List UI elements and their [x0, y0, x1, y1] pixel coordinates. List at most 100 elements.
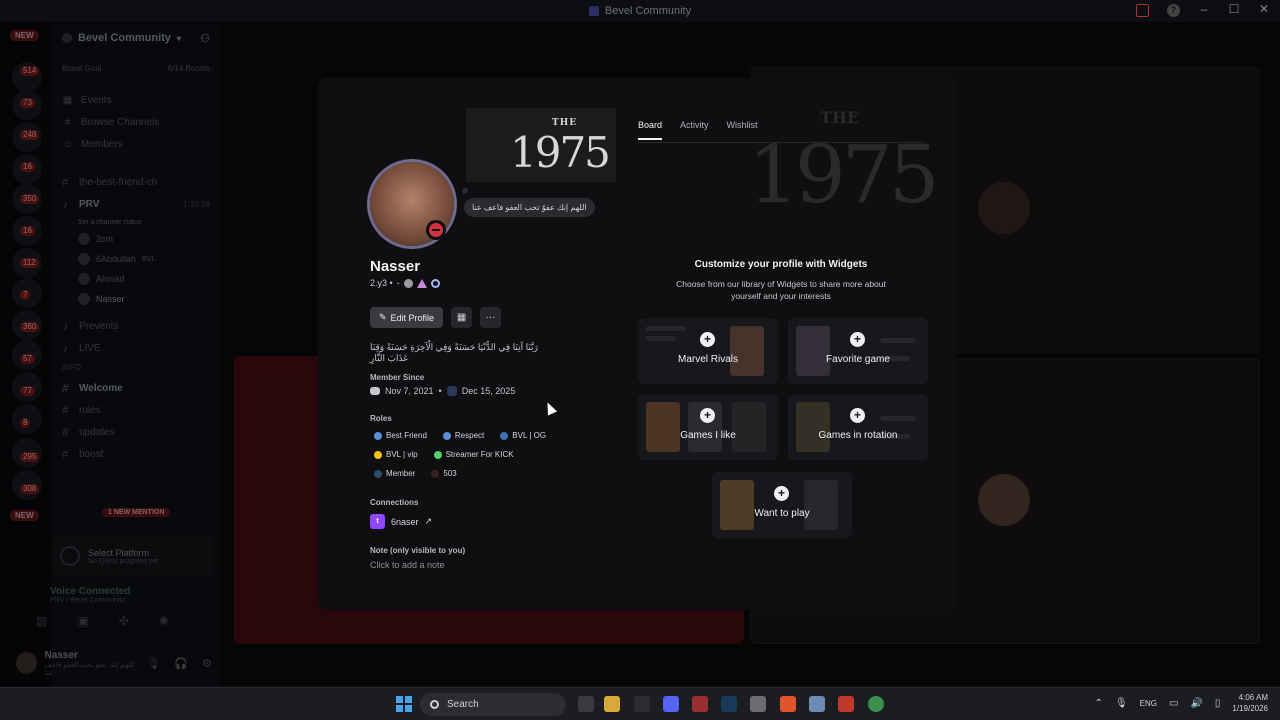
role-color-dot — [374, 469, 382, 478]
app-icon[interactable] — [838, 696, 854, 712]
role-chip[interactable]: Streamer For KICK — [430, 447, 518, 462]
role-chip[interactable]: Best Friend — [370, 428, 431, 443]
widget-label: Marvel Rivals — [677, 354, 738, 365]
discord-icon[interactable] — [663, 696, 679, 712]
settings-icon[interactable] — [809, 696, 825, 712]
game-art — [732, 402, 766, 452]
role-name: 503 — [443, 469, 457, 478]
widget-marvel-rivals[interactable]: + Marvel Rivals — [638, 318, 778, 384]
more-icon: ··· — [485, 312, 496, 323]
role-chip[interactable]: Member — [370, 466, 419, 481]
placeholder-line — [880, 338, 916, 343]
widget-games-in-rotation[interactable]: + Games in rotation — [788, 394, 928, 460]
search-icon — [430, 700, 439, 709]
widget-games-i-like[interactable]: + Games I like — [638, 394, 778, 460]
app-icon — [588, 6, 599, 16]
chevron-up-icon[interactable]: ⌃ — [1095, 698, 1103, 709]
tab-board[interactable]: Board — [638, 120, 663, 140]
network-icon[interactable]: ▭ — [1169, 698, 1178, 709]
dnd-status-icon — [426, 220, 446, 240]
widgets-button[interactable]: ▦ — [451, 307, 473, 328]
note-label: Note (only visible to you) — [370, 546, 466, 555]
more-options-button[interactable]: ··· — [480, 307, 502, 328]
game-art — [796, 402, 830, 452]
start-button[interactable] — [396, 696, 412, 712]
nitro-badge-icon[interactable] — [416, 278, 427, 288]
close-button[interactable]: ✕ — [1256, 2, 1272, 16]
brave-icon[interactable] — [780, 696, 796, 712]
role-chip[interactable]: BVL | OG — [496, 428, 550, 443]
role-color-dot — [374, 450, 382, 459]
widget-label: Games I like — [680, 430, 736, 441]
twitch-icon: t — [370, 514, 385, 529]
inbox-icon[interactable] — [1136, 4, 1149, 17]
system-tray: ⌃ 🎙 ENG ▭ 🔊 ▯ 4:06 AM 1/19/2026 — [1095, 692, 1268, 714]
role-chip[interactable]: 503 — [427, 466, 460, 481]
banner-ghost: THE 1975 — [738, 98, 956, 221]
steam-icon[interactable] — [721, 696, 737, 712]
role-name: BVL | vip — [386, 450, 418, 459]
profile-banner: THE 1975 — [466, 108, 616, 182]
game-art — [646, 402, 680, 452]
role-chip[interactable]: BVL | vip — [370, 447, 422, 462]
microphone-icon[interactable]: 🎙 — [1115, 698, 1128, 709]
placeholder-line — [880, 416, 916, 421]
tab-activity[interactable]: Activity — [680, 120, 709, 140]
role-name: Best Friend — [386, 431, 427, 440]
role-color-dot — [433, 450, 442, 459]
clock-date: 1/19/2026 — [1232, 704, 1268, 713]
role-name: BVL | OG — [512, 431, 547, 440]
roles-label: Roles — [370, 414, 392, 423]
app-icon[interactable] — [692, 696, 708, 712]
add-icon: + — [700, 332, 715, 347]
game-art — [796, 326, 830, 376]
member-since-row: Nov 7, 2021 • Dec 15, 2025 — [370, 386, 515, 396]
role-name: Respect — [454, 431, 485, 440]
search-label: Search — [447, 699, 479, 710]
help-icon[interactable]: ? — [1167, 4, 1180, 17]
discord-icon — [370, 387, 380, 395]
chrome-icon[interactable] — [868, 696, 884, 712]
game-art — [730, 326, 764, 376]
boost-badge-icon[interactable] — [430, 278, 440, 288]
edit-profile-button[interactable]: ✎ Edit Profile — [370, 307, 444, 328]
profile-display-name: Nasser — [370, 258, 421, 275]
badge-icon[interactable] — [403, 278, 413, 288]
placeholder-line — [646, 326, 686, 331]
role-color-dot — [431, 469, 440, 478]
language-indicator[interactable]: ENG — [1140, 699, 1157, 708]
connection-twitch[interactable]: t 6naser ↗ — [370, 514, 432, 529]
widget-favorite-game[interactable]: + Favorite game — [788, 318, 928, 384]
server-icon — [446, 386, 457, 396]
tab-wishlist[interactable]: Wishlist — [727, 120, 758, 140]
taskbar: Search ⌃ 🎙 ENG ▭ 🔊 ▯ 4:06 AM 1/19/2026 — [0, 687, 1280, 720]
taskbar-search[interactable]: Search — [420, 693, 566, 716]
battery-icon[interactable]: ▯ — [1215, 698, 1221, 709]
volume-icon[interactable]: 🔊 — [1190, 698, 1202, 709]
profile-dash: - — [396, 278, 400, 288]
note-input[interactable]: Click to add a note — [370, 560, 445, 570]
banner-the-text: THE — [820, 108, 860, 127]
clock-time: 4:06 AM — [1238, 693, 1268, 702]
banner-the-text: THE — [552, 118, 578, 128]
role-chip[interactable]: Respect — [439, 428, 488, 443]
profile-subline: 2.y3 • - — [370, 278, 440, 288]
external-link-icon: ↗ — [424, 516, 433, 526]
role-color-dot — [500, 431, 509, 440]
role-color-dot — [442, 431, 451, 440]
discord-join-date: Nov 7, 2021 — [385, 386, 434, 396]
add-icon: + — [774, 486, 789, 501]
file-explorer-icon[interactable] — [604, 696, 620, 712]
app-icon[interactable] — [634, 696, 650, 712]
connection-name: 6naser — [391, 516, 419, 527]
task-view-icon[interactable] — [578, 696, 594, 712]
pencil-icon: ✎ — [379, 312, 387, 322]
widget-want-to-play[interactable]: + Want to play — [712, 472, 852, 538]
role-name: Streamer For KICK — [445, 450, 514, 459]
minimize-button[interactable]: – — [1196, 2, 1212, 16]
custom-status-bubble[interactable]: اللهم إنك عفوٌ تحب العفو فاعف عنا — [464, 198, 595, 217]
clock[interactable]: 4:06 AM 1/19/2026 — [1232, 692, 1268, 714]
status-bubble-tail — [462, 188, 468, 194]
notepad-icon[interactable] — [750, 696, 766, 712]
maximize-button[interactable]: ☐ — [1226, 2, 1242, 16]
